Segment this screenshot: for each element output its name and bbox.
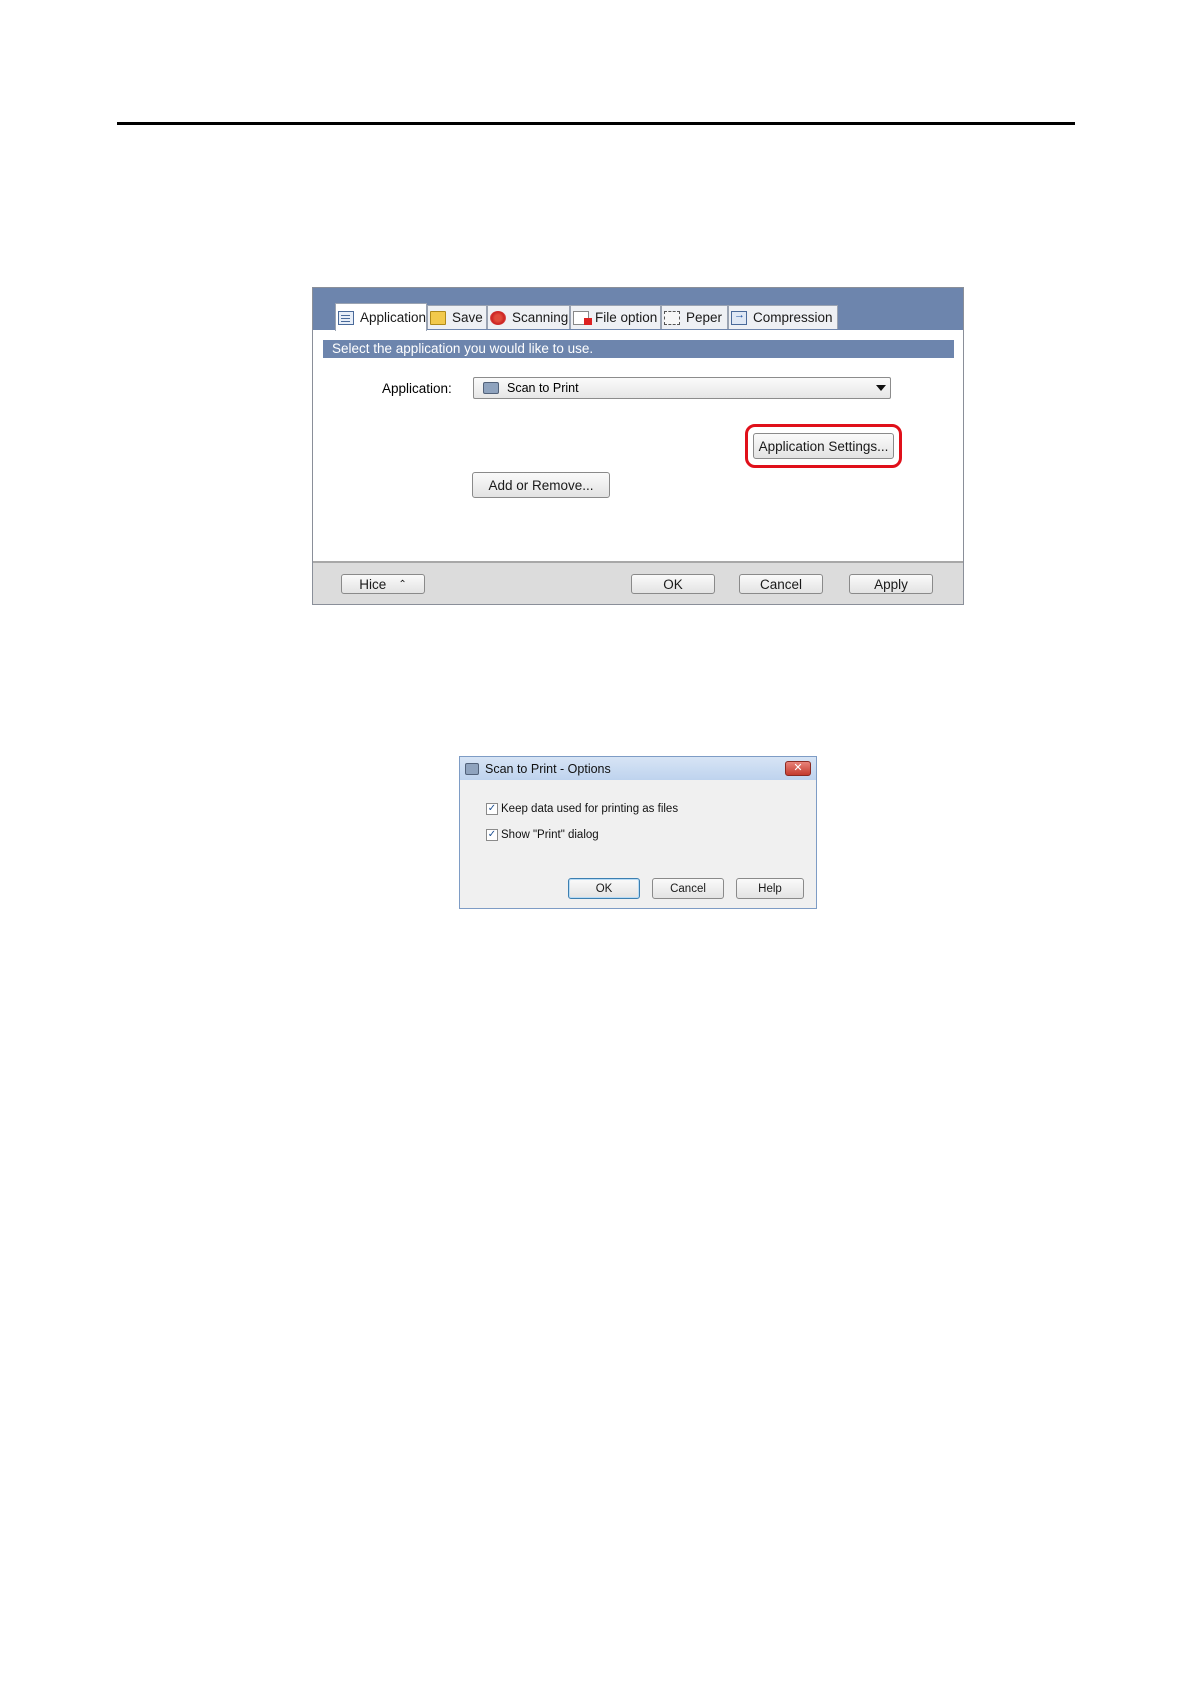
tab-label: Compression: [753, 310, 833, 325]
dialog-cancel-button[interactable]: Cancel: [652, 878, 724, 899]
keep-data-checkbox[interactable]: ✓: [486, 803, 498, 815]
tab-label: File option: [595, 310, 658, 325]
ok-button[interactable]: OK: [631, 574, 715, 594]
bottom-button-bar: Hice ⌃ OK Cancel Apply: [313, 561, 963, 604]
add-or-remove-button[interactable]: Add or Remove...: [472, 472, 610, 498]
application-settings-button[interactable]: Application Settings...: [753, 433, 894, 459]
dropdown-arrow-icon[interactable]: [876, 385, 886, 391]
show-print-label: Show "Print" dialog: [501, 829, 599, 841]
tab-application[interactable]: Application: [335, 303, 427, 331]
tab-label: Scanning: [512, 310, 569, 325]
dialog-help-button[interactable]: Help: [736, 878, 804, 899]
scan-to-print-options-dialog: Scan to Print - Options ✕ ✓ Keep data us…: [459, 756, 817, 909]
show-print-checkbox[interactable]: ✓: [486, 829, 498, 841]
application-select[interactable]: Scan to Print: [473, 377, 891, 399]
paper-icon: [664, 310, 680, 325]
tab-file-option[interactable]: File option: [570, 305, 661, 329]
pdf-file-icon: [573, 310, 592, 325]
tab-label: Peper: [686, 310, 723, 325]
scanning-icon: [490, 310, 506, 325]
hide-button-label: Hice: [359, 576, 387, 592]
tab-strip: Application Save Scanning File option Pe…: [313, 288, 963, 331]
application-select-value: Scan to Print: [507, 381, 579, 395]
printer-icon: [465, 762, 479, 775]
apply-button[interactable]: Apply: [849, 574, 933, 594]
application-label: Application:: [382, 381, 452, 396]
tab-label: Save: [452, 310, 483, 325]
compression-icon: [731, 309, 747, 325]
tab-label: Application: [360, 310, 427, 325]
hide-button[interactable]: Hice ⌃: [341, 574, 425, 594]
top-rule: [117, 122, 1075, 125]
dialog-ok-button[interactable]: OK: [568, 878, 640, 899]
scan-settings-window: Application Save Scanning File option Pe…: [312, 287, 964, 605]
application-icon: [338, 310, 354, 325]
printer-icon: [483, 382, 499, 394]
tab-scanning[interactable]: Scanning: [487, 305, 570, 329]
keep-data-label: Keep data used for printing as files: [501, 803, 679, 815]
tab-compression[interactable]: Compression: [728, 305, 838, 329]
keep-data-option[interactable]: ✓ Keep data used for printing as files: [486, 803, 678, 815]
tab-save[interactable]: Save: [427, 305, 487, 329]
save-folder-icon: [430, 310, 446, 325]
dialog-title-bar: Scan to Print - Options ✕: [460, 757, 816, 780]
dialog-title: Scan to Print - Options: [485, 761, 611, 776]
show-print-option[interactable]: ✓ Show "Print" dialog: [486, 829, 599, 841]
cancel-button[interactable]: Cancel: [739, 574, 823, 594]
chevron-up-icon: ⌃: [398, 578, 407, 590]
close-icon[interactable]: ✕: [785, 761, 811, 776]
tab-paper[interactable]: Peper: [661, 305, 728, 329]
instruction-bar: Select the application you would like to…: [323, 340, 954, 358]
